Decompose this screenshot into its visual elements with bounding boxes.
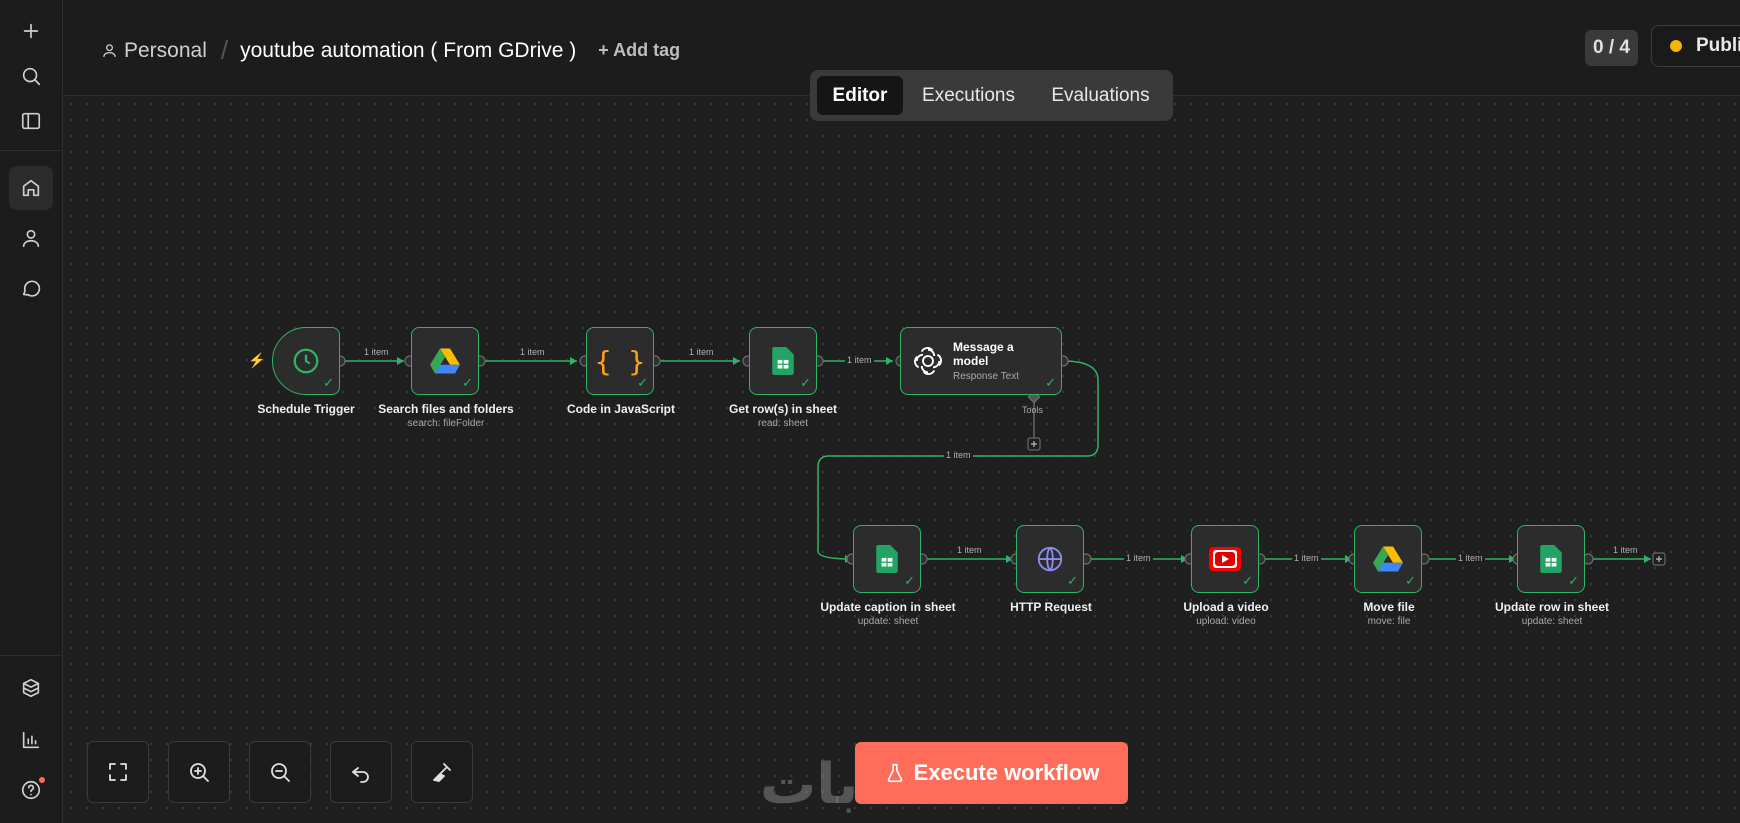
success-check-icon: ✓ [1067, 573, 1078, 588]
google-sheets-icon [876, 545, 898, 573]
status-dot [1670, 40, 1682, 52]
edge-label: 1 item [362, 347, 391, 357]
success-check-icon: ✓ [323, 375, 334, 390]
workflow-name[interactable]: youtube automation ( From GDrive ) [240, 39, 576, 63]
node-move-file[interactable]: ✓ [1354, 525, 1422, 593]
execute-workflow-button[interactable]: Execute workflow [855, 742, 1128, 804]
sidebar-divider [0, 150, 62, 151]
add-icon[interactable] [9, 9, 53, 53]
edge-label: 1 item [518, 347, 547, 357]
breadcrumb: Personal / youtube automation ( From GDr… [101, 35, 680, 66]
project-link[interactable]: Personal [124, 39, 207, 63]
user-icon[interactable] [9, 216, 53, 260]
edge-label: 1 item [944, 450, 973, 460]
edge-label: 1 item [845, 355, 874, 365]
publish-label: Publis [1696, 35, 1740, 56]
success-check-icon: ✓ [1405, 573, 1416, 588]
undo-icon [352, 767, 369, 783]
success-check-icon: ✓ [1568, 573, 1579, 588]
trigger-bolt-icon: ⚡ [248, 352, 266, 368]
home-icon[interactable] [9, 166, 53, 210]
edge-label: 1 item [1456, 553, 1485, 563]
node-subtitle: Response Text [953, 371, 1019, 382]
search-icon[interactable] [9, 54, 53, 98]
youtube-icon [1209, 547, 1241, 571]
notification-dot [39, 777, 45, 783]
node-search-files[interactable]: ✓ [411, 327, 479, 395]
clock-icon [293, 348, 319, 374]
zoom-out-icon [271, 763, 290, 782]
fit-view-button[interactable] [87, 741, 149, 803]
node-code[interactable]: { } ✓ [586, 327, 654, 395]
breadcrumb-separator: / [220, 35, 229, 65]
code-braces-icon: { } [594, 344, 646, 378]
zoom-in-icon [190, 763, 209, 782]
globe-icon [1037, 546, 1063, 572]
node-title: Get row(s) in sheet [728, 402, 838, 416]
google-sheets-icon [1540, 545, 1562, 573]
node-title: HTTP Request [1010, 600, 1092, 614]
node-subtitle: update: sheet [1521, 616, 1583, 627]
node-http-request[interactable]: ✓ [1016, 525, 1084, 593]
node-title: Search files and folders [378, 402, 514, 416]
add-tag-button[interactable]: + Add tag [598, 40, 680, 61]
tools-label: Tools [1022, 405, 1044, 415]
view-tabs: Editor Executions Evaluations [810, 70, 1173, 121]
edge-label: 1 item [955, 545, 984, 555]
edge-label: 1 item [687, 347, 716, 357]
tidy-up-button[interactable] [411, 741, 473, 803]
flask-icon [887, 763, 902, 783]
insights-icon[interactable] [9, 718, 53, 762]
node-upload-video[interactable]: ✓ [1191, 525, 1259, 593]
counter-badge: 0 / 4 [1585, 30, 1638, 66]
broom-icon [433, 763, 451, 782]
google-sheets-icon [772, 347, 794, 375]
node-subtitle: read: sheet [757, 418, 809, 429]
node-title: Message a model [953, 340, 1014, 368]
help-icon[interactable] [9, 768, 53, 812]
node-update-row[interactable]: ✓ [1517, 525, 1585, 593]
publish-button[interactable]: Publis [1651, 25, 1740, 67]
node-message-model[interactable]: Message a model Response Text ✓ [900, 327, 1062, 395]
templates-icon[interactable] [9, 666, 53, 710]
success-check-icon: ✓ [637, 375, 648, 390]
person-icon [101, 42, 118, 59]
success-check-icon: ✓ [1045, 375, 1056, 390]
edge-label: 1 item [1292, 553, 1321, 563]
tab-executions[interactable]: Executions [911, 76, 1026, 115]
node-title: Update row in sheet [1494, 600, 1610, 614]
node-schedule-trigger[interactable]: ✓ [272, 327, 340, 395]
node-update-caption[interactable]: ✓ [853, 525, 921, 593]
chat-icon[interactable] [9, 266, 53, 310]
success-check-icon: ✓ [462, 375, 473, 390]
node-subtitle: update: sheet [857, 616, 919, 627]
zoom-out-button[interactable] [249, 741, 311, 803]
connections [334, 355, 1666, 566]
fullscreen-icon [109, 763, 127, 781]
sidebar-divider-bottom [0, 655, 62, 656]
success-check-icon: ✓ [1242, 573, 1253, 588]
edge-label: 1 item [1611, 545, 1640, 555]
node-get-rows[interactable]: ✓ [749, 327, 817, 395]
success-check-icon: ✓ [800, 375, 811, 390]
tab-evaluations[interactable]: Evaluations [1034, 76, 1167, 115]
google-drive-icon [1373, 546, 1403, 572]
workflow-canvas[interactable] [63, 96, 1740, 823]
sidebar-toggle-icon[interactable] [9, 99, 53, 143]
undo-button[interactable] [330, 741, 392, 803]
openai-icon [914, 347, 942, 375]
execute-workflow-label: Execute workflow [913, 760, 1100, 785]
google-drive-icon [430, 348, 460, 374]
left-sidebar [0, 0, 63, 823]
zoom-in-button[interactable] [168, 741, 230, 803]
success-check-icon: ✓ [904, 573, 915, 588]
edge-label: 1 item [1124, 553, 1153, 563]
node-subtitle: search: fileFolder [407, 418, 485, 429]
tab-editor[interactable]: Editor [817, 76, 903, 115]
